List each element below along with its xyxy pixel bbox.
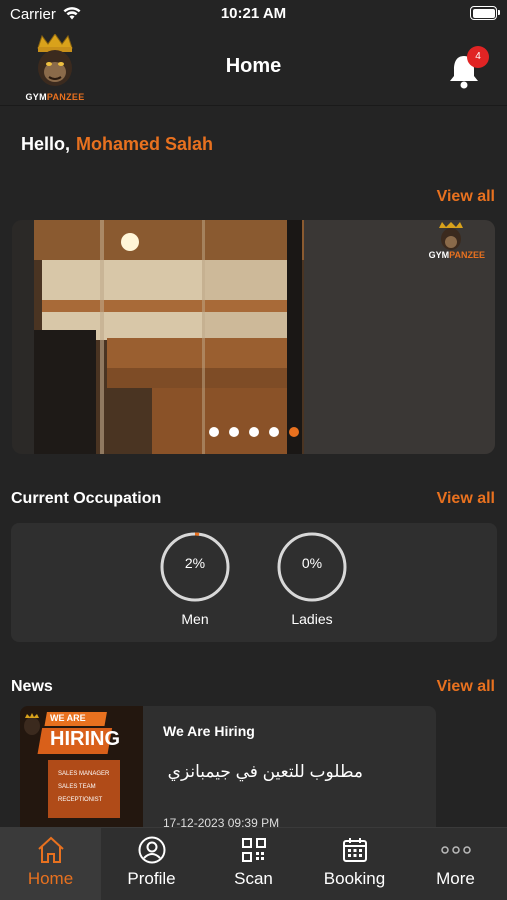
- poster-hiring: HIRING: [50, 728, 120, 750]
- slide-logo-icon: [439, 222, 463, 250]
- men-gauge: 2% Men: [159, 523, 231, 642]
- tab-more[interactable]: More: [405, 828, 506, 900]
- tab-more-label: More: [436, 869, 475, 888]
- greeting-hello: Hello,: [21, 134, 71, 154]
- tab-booking[interactable]: Booking: [304, 828, 405, 900]
- status-time: 10:21 AM: [220, 5, 287, 22]
- slider-pagination: [12, 424, 495, 442]
- occupation-view-all-link[interactable]: View all: [437, 490, 495, 508]
- poster-we-are: WE ARE: [50, 713, 86, 723]
- poster-positions: SALES MANAGER SALES TEAM RECEPTIONIST: [58, 771, 110, 803]
- sauna-room-image: [12, 220, 495, 454]
- status-bar: Carrier 10:21 AM: [0, 0, 507, 30]
- logo-wordmark: GYMPANZEE: [25, 92, 85, 102]
- battery-icon: [470, 6, 500, 20]
- news-thumbnail: WE ARE HIRING SALES MANAGER SALES TEAM R…: [20, 706, 143, 846]
- banner-view-all-link[interactable]: View all: [437, 188, 495, 206]
- tab-home[interactable]: Home: [0, 828, 101, 900]
- tab-profile[interactable]: Profile: [101, 828, 202, 900]
- tab-booking-label: Booking: [323, 869, 386, 888]
- ladies-gauge-value: 0%: [301, 555, 323, 571]
- tab-home-label: Home: [27, 869, 74, 888]
- news-card[interactable]: WE ARE HIRING SALES MANAGER SALES TEAM R…: [20, 706, 436, 846]
- calendar-icon: [343, 838, 367, 862]
- more-dots-icon: [441, 846, 471, 854]
- ladies-gauge: 0% Ladies: [276, 523, 348, 642]
- slider-dot-active[interactable]: [288, 427, 299, 437]
- men-gauge-label: Men: [181, 611, 209, 627]
- slider-dot[interactable]: [248, 427, 259, 437]
- men-gauge-value: 2%: [184, 555, 206, 571]
- tab-profile-label: Profile: [127, 869, 176, 888]
- news-body-text: مطلوب للتعين في جيمبانزي: [167, 762, 363, 781]
- tab-scan[interactable]: Scan: [203, 828, 304, 900]
- app-header: GYMPANZEE Home 4: [0, 30, 507, 106]
- news-heading: We Are Hiring: [163, 723, 255, 739]
- slider-dot[interactable]: [228, 427, 239, 437]
- occupation-section-title: Current Occupation: [11, 490, 162, 507]
- qr-code-icon: [242, 838, 266, 862]
- slider-dot[interactable]: [268, 427, 279, 437]
- profile-icon: [138, 836, 166, 864]
- tab-scan-label: Scan: [234, 869, 273, 888]
- news-view-all-link[interactable]: View all: [437, 678, 495, 696]
- slide-logo-wordmark: GYMPANZEE: [428, 250, 485, 260]
- occupation-card: 2% Men 0% Ladies: [11, 523, 497, 642]
- promo-slider[interactable]: GYMPANZEE: [12, 220, 495, 454]
- page-title: Home: [225, 55, 282, 77]
- news-section-title: News: [11, 678, 53, 695]
- home-icon: [38, 836, 64, 863]
- notification-count-badge: 4: [467, 46, 489, 68]
- bottom-tab-bar: Home Profile Scan Booking More: [0, 827, 507, 900]
- slider-dot[interactable]: [208, 427, 219, 437]
- ladies-gauge-label: Ladies: [291, 611, 333, 627]
- greeting: Hello, Mohamed Salah: [21, 134, 213, 155]
- user-name: Mohamed Salah: [76, 134, 214, 154]
